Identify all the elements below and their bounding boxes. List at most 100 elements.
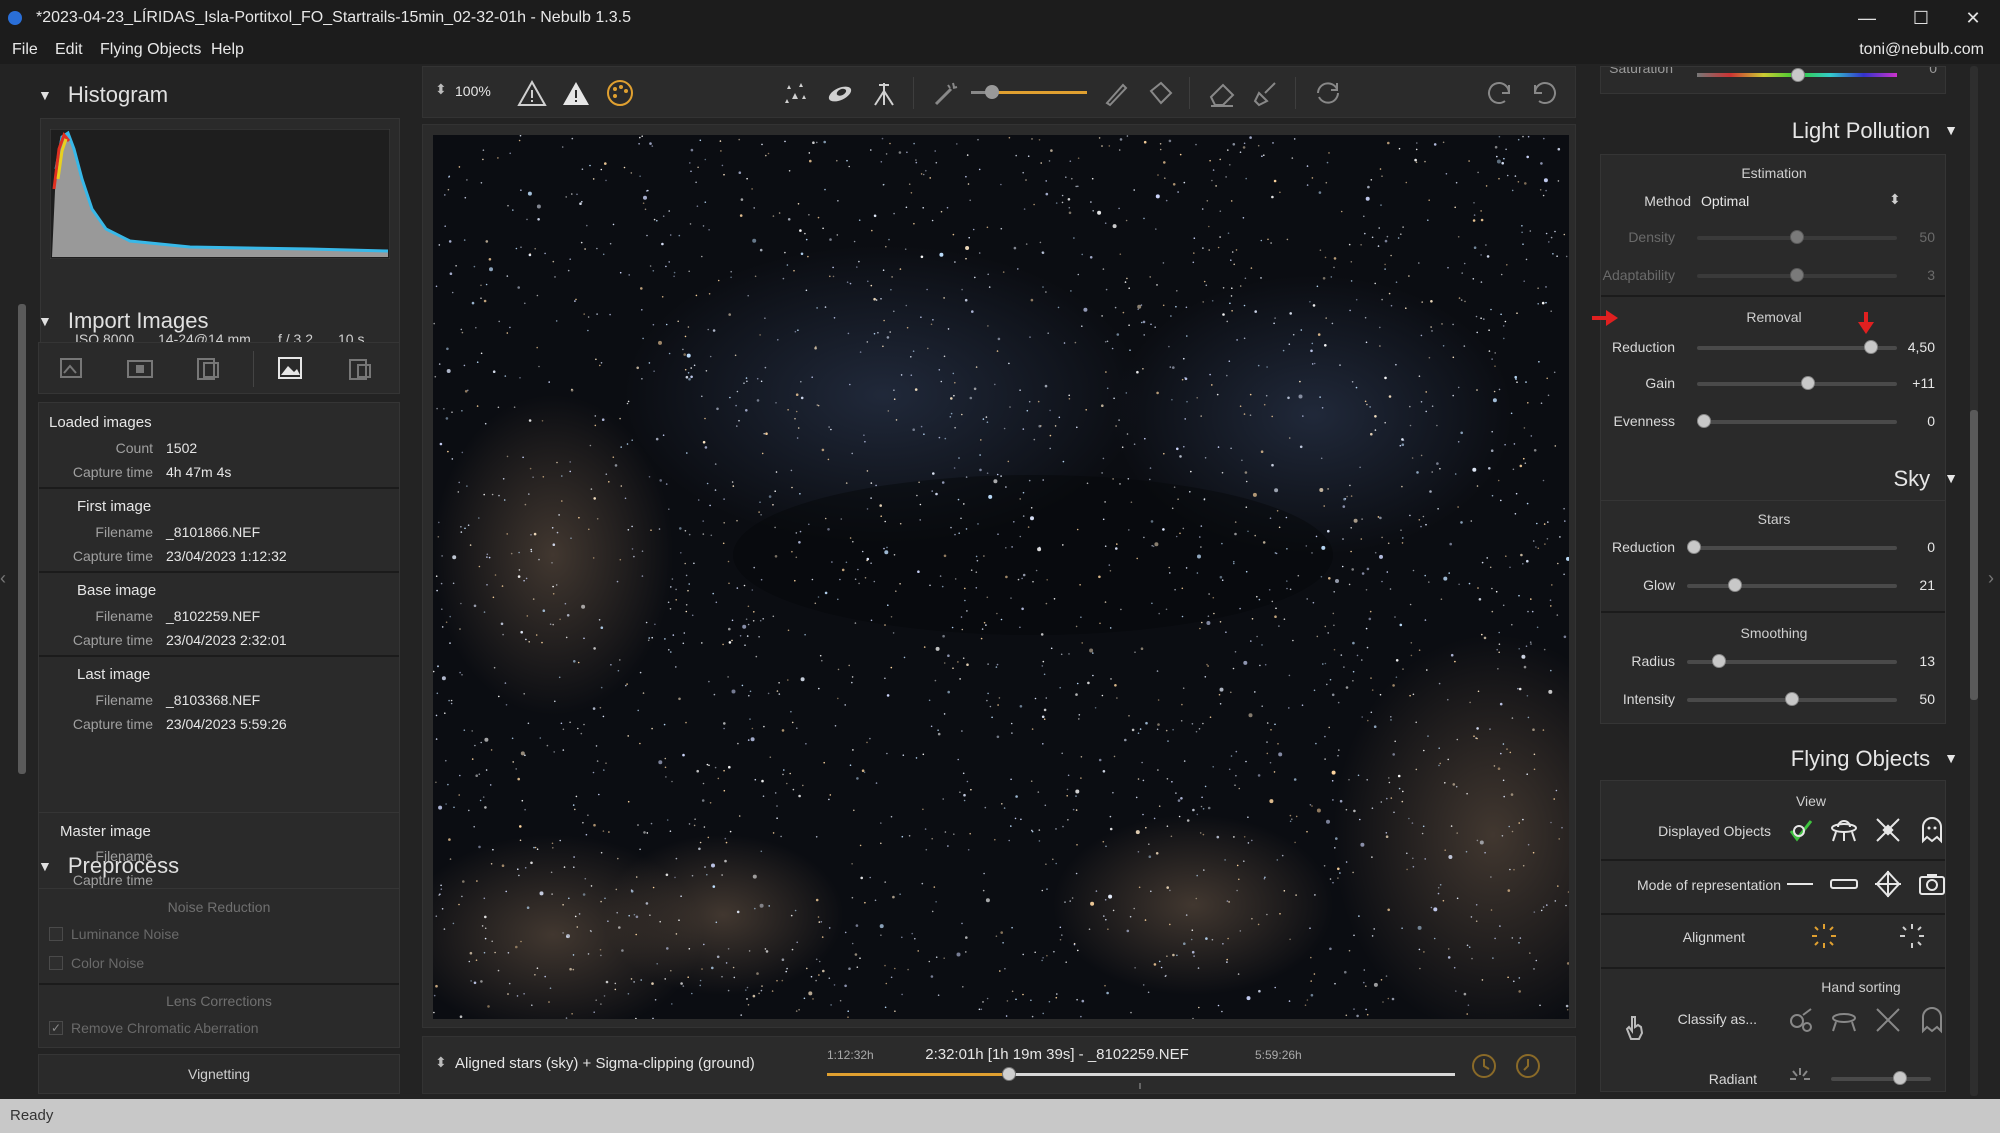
star-dot <box>1563 573 1565 576</box>
glow-thumb[interactable] <box>1728 578 1743 592</box>
stacking-mode[interactable]: Aligned stars (sky) + Sigma-clipping (gr… <box>455 1055 755 1072</box>
alignment-sun-icon[interactable] <box>1809 921 1839 951</box>
star-image-preview[interactable] <box>433 135 1569 1019</box>
star-dot <box>470 980 472 982</box>
magic-wand-icon[interactable] <box>929 77 963 109</box>
flying-objects-header[interactable]: Flying Objects ▼ <box>1586 746 1958 772</box>
color-noise-checkbox[interactable] <box>49 956 63 970</box>
left-scrollbar[interactable] <box>18 304 26 774</box>
classify-plane-icon[interactable] <box>1873 1005 1903 1035</box>
import-folder-icon[interactable] <box>125 353 155 383</box>
classify-ufo-icon[interactable] <box>1829 1005 1859 1035</box>
menu-help[interactable]: Help <box>211 41 244 59</box>
color-palette-icon[interactable] <box>603 77 637 109</box>
brush-size-slider[interactable] <box>971 85 1087 99</box>
bar-mode-icon[interactable] <box>1829 869 1859 899</box>
clear-brush-icon[interactable] <box>1249 77 1283 109</box>
tripod-icon[interactable] <box>867 77 901 109</box>
menu-file[interactable]: File <box>12 41 38 59</box>
glow-slider[interactable] <box>1687 584 1897 588</box>
density-thumb[interactable] <box>1790 230 1804 244</box>
star-dot <box>803 997 806 1000</box>
eraser-icon[interactable] <box>1205 77 1239 109</box>
zoom-level[interactable]: 100% <box>455 83 491 99</box>
ghost-icon[interactable] <box>1917 815 1947 845</box>
adaptability-thumb[interactable] <box>1790 268 1804 282</box>
line-mode-icon[interactable] <box>1785 869 1815 899</box>
clock-icon[interactable] <box>1469 1051 1499 1081</box>
zoom-stepper-arrows-icon[interactable]: ⬍ <box>435 81 447 98</box>
warning-filled-icon[interactable] <box>559 77 593 109</box>
brush-size-thumb[interactable] <box>985 85 999 99</box>
crosshair-mode-icon[interactable] <box>1873 869 1903 899</box>
comet-icon[interactable] <box>823 77 857 109</box>
adaptability-value: 3 <box>1927 267 1935 283</box>
undo-icon[interactable] <box>1527 77 1561 109</box>
brush-icon[interactable] <box>1099 77 1133 109</box>
import-clipboard-icon[interactable] <box>345 353 375 383</box>
radius-thumb[interactable] <box>1712 654 1727 668</box>
timeline-slider[interactable] <box>827 1067 1455 1081</box>
satellite-check-icon[interactable] <box>1785 815 1815 845</box>
radiant-thumb[interactable] <box>1893 1071 1907 1085</box>
gain-slider[interactable] <box>1697 382 1897 386</box>
radiant-icon[interactable] <box>1785 1063 1815 1093</box>
star-dot <box>1518 648 1520 650</box>
collapse-right-arrow-icon[interactable]: › <box>1988 568 1994 589</box>
stars-icon[interactable] <box>779 77 813 109</box>
gain-thumb[interactable] <box>1801 376 1816 390</box>
sky-header[interactable]: Sky ▼ <box>1586 466 1958 492</box>
camera-icon[interactable] <box>1917 869 1947 899</box>
refresh-icon[interactable] <box>1311 77 1345 109</box>
light-pollution-header[interactable]: Light Pollution ▼ <box>1586 118 1958 144</box>
right-scrollbar[interactable] <box>1970 66 1978 1096</box>
vignetting-heading[interactable]: Vignetting <box>39 1066 399 1082</box>
method-dropdown-arrows-icon[interactable]: ⬍ <box>1889 191 1901 208</box>
satellite-icon[interactable] <box>1873 815 1903 845</box>
warning-outline-icon[interactable] <box>515 77 549 109</box>
menu-edit[interactable]: Edit <box>55 41 83 59</box>
saturation-thumb[interactable] <box>1791 68 1805 82</box>
redo-icon[interactable] <box>1483 77 1517 109</box>
import-images-icon[interactable] <box>57 353 87 383</box>
right-scrollbar-thumb[interactable] <box>1970 410 1978 700</box>
intensity-thumb[interactable] <box>1785 692 1799 706</box>
stars-reduction-thumb[interactable] <box>1687 540 1701 554</box>
image-viewport[interactable] <box>422 124 1576 1028</box>
classify-satellite-icon[interactable] <box>1785 1005 1815 1035</box>
mode-stepper-arrows-icon[interactable]: ⬍ <box>435 1054 447 1071</box>
timeline-thumb[interactable] <box>1002 1067 1017 1081</box>
capture-time-value: 4h 47m 4s <box>166 464 232 480</box>
classify-ghost-icon[interactable] <box>1917 1005 1947 1035</box>
history-clock-icon[interactable] <box>1513 1051 1543 1081</box>
count-value: 1502 <box>166 440 198 456</box>
alignment-burst-icon[interactable] <box>1897 921 1927 951</box>
stars-reduction-slider[interactable] <box>1687 546 1897 550</box>
star-dot <box>1566 1008 1569 1011</box>
menu-flying-objects[interactable]: Flying Objects <box>100 41 201 59</box>
close-button[interactable]: ✕ <box>1948 4 1998 32</box>
evenness-slider[interactable] <box>1697 420 1897 424</box>
import-header[interactable]: ▼ Import Images <box>38 308 208 334</box>
import-master-image-icon[interactable] <box>275 353 305 383</box>
histogram-header[interactable]: ▼ Histogram <box>38 82 168 108</box>
radiant-slider[interactable] <box>1831 1077 1931 1081</box>
collapse-left-arrow-icon[interactable]: ‹ <box>0 568 6 589</box>
preprocess-header[interactable]: ▼ Preprocess <box>38 853 179 879</box>
star-dot <box>487 1005 490 1008</box>
ufo-icon[interactable] <box>1829 815 1859 845</box>
luminance-noise-checkbox[interactable] <box>49 927 63 941</box>
method-select[interactable]: Optimal <box>1701 193 1749 209</box>
star-dot <box>701 255 703 258</box>
minimize-button[interactable]: — <box>1842 4 1892 32</box>
user-account[interactable]: toni@nebulb.com <box>1859 41 1984 59</box>
fill-bucket-icon[interactable] <box>1143 77 1177 109</box>
star-dot <box>649 265 652 267</box>
chromatic-aberration-checkbox[interactable]: ✓ <box>49 1021 63 1035</box>
import-sequence-icon[interactable] <box>193 353 223 383</box>
evenness-thumb[interactable] <box>1697 414 1711 428</box>
star-dot <box>1388 395 1392 398</box>
maximize-button[interactable]: ☐ <box>1896 4 1946 32</box>
reduction-thumb[interactable] <box>1864 340 1879 354</box>
left-scrollbar-thumb[interactable] <box>18 304 26 774</box>
